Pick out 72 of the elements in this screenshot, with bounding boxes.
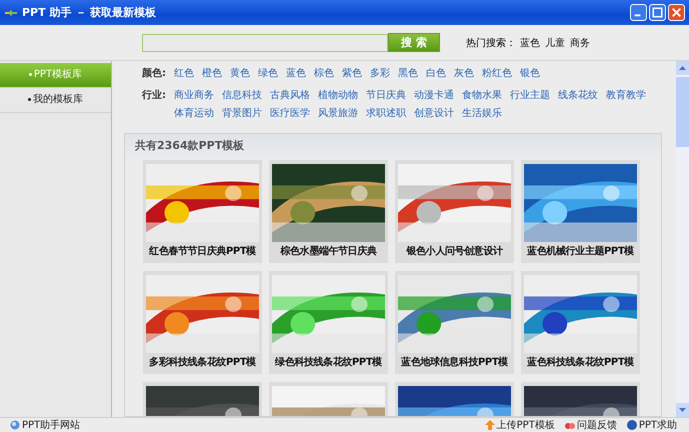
filter-link[interactable]: 植物动物	[318, 87, 358, 105]
dots-icon	[564, 420, 575, 430]
filter-link[interactable]: 动漫卡通	[414, 87, 454, 105]
template-card[interactable]: 银色小人问号创意设计	[395, 160, 514, 263]
hot-search-link[interactable]: 蓝色	[520, 36, 540, 50]
search-field[interactable]	[142, 34, 388, 52]
filter-link[interactable]: 商业商务	[174, 87, 214, 105]
filter-link[interactable]: 橙色	[202, 65, 222, 83]
filter-link[interactable]: 银色	[520, 65, 540, 83]
template-card[interactable]: 红色春节节日庆典PPT模	[143, 160, 262, 263]
gallery-title: 共有2364款PPT模板	[135, 138, 246, 154]
filter-link[interactable]: 黄色	[230, 65, 250, 83]
filter-link[interactable]: 医疗医学	[270, 105, 310, 123]
template-title: 绿色科技线条花纹PPT模	[274, 356, 383, 370]
filter-link[interactable]: 多彩	[370, 65, 390, 83]
hot-search-label: 热门搜索：	[466, 36, 516, 50]
filter-link[interactable]: 教育教学	[606, 87, 646, 105]
scroll-up-button[interactable]	[676, 61, 689, 75]
minimize-button[interactable]	[630, 4, 647, 21]
template-title: 蓝色机械行业主题PPT模	[526, 244, 635, 259]
filter-link[interactable]: 风景旅游	[318, 105, 358, 123]
filter-link[interactable]: 行业主题	[510, 87, 550, 105]
filter-link[interactable]: 古典风格	[270, 87, 310, 105]
filter-label: 颜色:	[142, 66, 167, 81]
status-link[interactable]: 问题反馈	[576, 418, 617, 432]
globe-icon	[10, 420, 20, 430]
status-link[interactable]: PPT求助	[638, 418, 677, 432]
filter-link[interactable]: 节日庆典	[366, 87, 406, 105]
template-title: 棕色水墨端午节日庆典	[279, 244, 378, 259]
site-link[interactable]: PPT助手网站	[22, 418, 80, 432]
template-title: 蓝色科技线条花纹PPT模	[526, 356, 635, 370]
filter-link[interactable]: 求职述职	[366, 105, 406, 123]
hot-search-link[interactable]: 儿童	[545, 36, 565, 50]
window-title: PPT 助手 － 获取最新模板	[22, 5, 158, 20]
filter-link[interactable]: 黑色	[398, 65, 418, 83]
filter-link[interactable]: 粉红色	[482, 65, 512, 83]
filter-link[interactable]: 棕色	[314, 65, 334, 83]
filter-link[interactable]: 紫色	[342, 65, 362, 83]
scrollbar[interactable]	[676, 61, 689, 417]
template-card[interactable]: 蓝色科技线条花纹PPT模	[521, 271, 640, 374]
template-card[interactable]: 棕色水墨端午节日庆典	[269, 160, 388, 263]
maximize-button[interactable]	[649, 4, 666, 21]
filter-link[interactable]: 红色	[174, 65, 194, 83]
sidebar-item[interactable]: 我的模板库	[0, 88, 111, 113]
filter-link[interactable]: 背景图片	[222, 105, 262, 123]
arrows-icon	[4, 8, 18, 18]
filter-link[interactable]: 信息科技	[222, 87, 262, 105]
up-arrow-icon	[484, 420, 495, 430]
filter-link[interactable]: 创意设计	[414, 105, 454, 123]
template-card[interactable]: 蓝色地球信息科技PPT模	[395, 271, 514, 374]
filter-label: 行业:	[142, 88, 167, 103]
filter-link[interactable]: 体育运动	[174, 105, 214, 123]
scroll-down-button[interactable]	[676, 403, 689, 417]
status-link[interactable]: 上传PPT模板	[496, 418, 555, 432]
template-title: 红色春节节日庆典PPT模	[148, 244, 257, 259]
filter-link[interactable]: 绿色	[258, 65, 278, 83]
template-card[interactable]: 多彩科技线条花纹PPT模	[143, 271, 262, 374]
template-card[interactable]: 蓝色机械行业主题PPT模	[521, 160, 640, 263]
filter-link[interactable]: 白色	[426, 65, 446, 83]
filter-link[interactable]: 蓝色	[286, 65, 306, 83]
filter-link[interactable]: 食物水果	[462, 87, 502, 105]
template-title: 蓝色地球信息科技PPT模	[400, 356, 509, 370]
scroll-thumb[interactable]	[676, 77, 689, 147]
filter-link[interactable]: 线条花纹	[558, 87, 598, 105]
filter-link[interactable]: 生活娱乐	[462, 105, 502, 123]
hot-search-link[interactable]: 商务	[570, 36, 590, 50]
filter-link[interactable]: 灰色	[454, 65, 474, 83]
close-button[interactable]	[668, 4, 685, 21]
search-button[interactable]: 搜 索	[388, 33, 440, 52]
template-title: 多彩科技线条花纹PPT模	[148, 356, 257, 370]
template-title: 银色小人问号创意设计	[405, 244, 504, 259]
template-card[interactable]: 绿色科技线条花纹PPT模	[269, 271, 388, 374]
